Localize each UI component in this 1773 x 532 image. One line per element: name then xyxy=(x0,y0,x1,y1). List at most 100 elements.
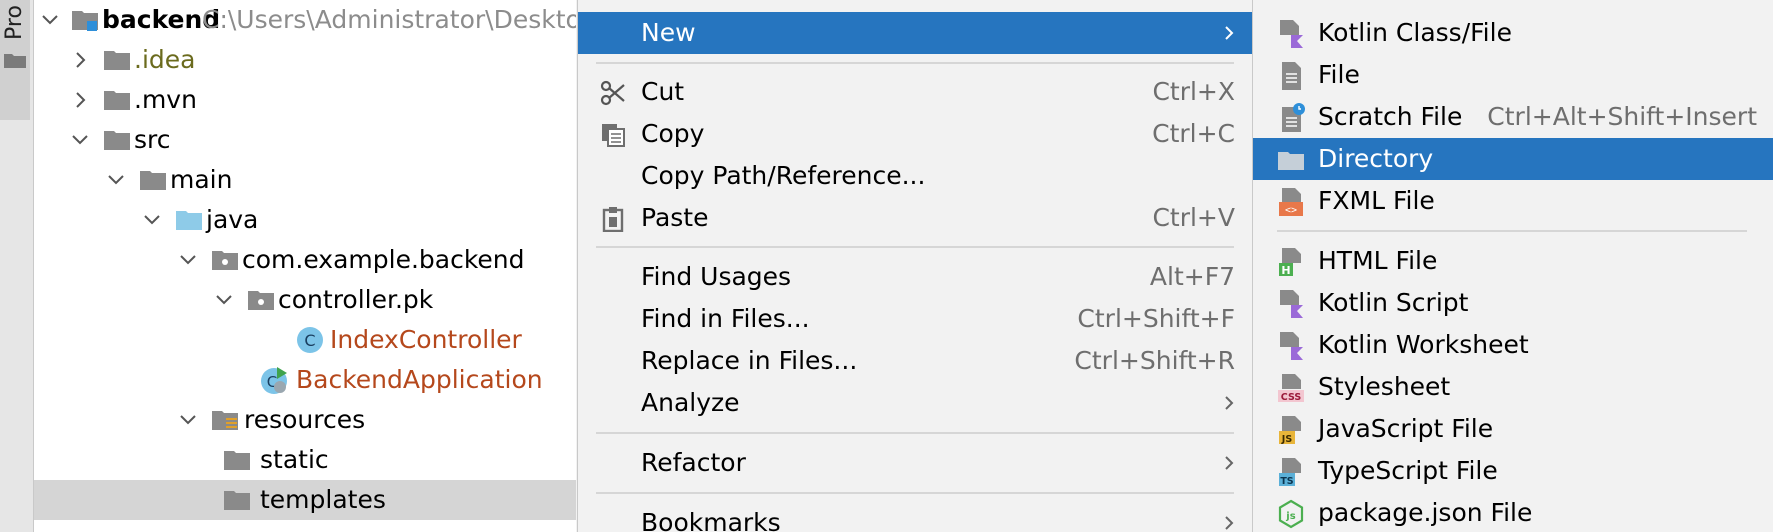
menu-item-label: Find in Files... xyxy=(641,304,810,333)
tree-node-resources[interactable]: resources xyxy=(34,400,576,440)
menu-item-cut[interactable]: Cut Ctrl+X xyxy=(578,71,1252,113)
menu-item-shortcut: Alt+F7 xyxy=(1149,262,1235,291)
resources-folder-icon xyxy=(212,411,238,430)
chevron-down-icon[interactable] xyxy=(176,240,200,280)
tree-node-backend[interactable]: backend C:\Users\Administrator\Desktop\ xyxy=(34,0,576,40)
tree-node-backendapplication[interactable]: C BackendApplication xyxy=(34,360,576,400)
submenu-item-label: Stylesheet xyxy=(1318,372,1451,401)
submenu-separator xyxy=(1277,230,1747,232)
svg-text:CSS: CSS xyxy=(1281,392,1302,403)
menu-item-label: Cut xyxy=(641,77,685,106)
html-file-icon: H xyxy=(1279,248,1301,277)
tree-node-mvn[interactable]: .mvn xyxy=(34,80,576,120)
chevron-right-icon[interactable] xyxy=(68,40,92,80)
menu-item-label: Analyze xyxy=(641,388,740,417)
class-icon: C xyxy=(297,327,323,353)
menu-item-paste[interactable]: Paste Ctrl+V xyxy=(578,197,1252,239)
tree-node-java[interactable]: java xyxy=(34,200,576,240)
submenu-item-package-json[interactable]: js package.json File xyxy=(1253,492,1773,532)
chevron-down-icon[interactable] xyxy=(212,280,236,320)
kotlin-file-icon xyxy=(1280,20,1303,48)
menu-item-copy[interactable]: Copy Ctrl+C xyxy=(578,113,1252,155)
submenu-item-shortcut: Ctrl+Alt+Shift+Insert xyxy=(1487,102,1757,131)
chevron-down-icon[interactable] xyxy=(104,160,128,200)
tree-node-static[interactable]: static xyxy=(34,440,576,480)
tree-node-indexcontroller[interactable]: C IndexController xyxy=(34,320,576,360)
menu-item-shortcut: Ctrl+X xyxy=(1152,77,1235,106)
tree-node-com-example-backend[interactable]: com.example.backend xyxy=(34,240,576,280)
menu-item-find-in-files[interactable]: Find in Files... Ctrl+Shift+F xyxy=(578,298,1252,340)
context-menu: New Cut Ctrl+X Copy Ctrl+C Copy Path/Ref… xyxy=(577,0,1252,532)
chevron-down-icon[interactable] xyxy=(176,400,200,440)
tree-node-idea[interactable]: .idea xyxy=(34,40,576,80)
chevron-down-icon[interactable] xyxy=(140,200,164,240)
module-folder-icon xyxy=(72,11,98,31)
submenu-item-html[interactable]: H HTML File xyxy=(1253,240,1773,282)
submenu-item-label: Kotlin Worksheet xyxy=(1318,330,1529,359)
tree-node-controller-pk[interactable]: controller.pk xyxy=(34,280,576,320)
submenu-item-fxml[interactable]: <> FXML File xyxy=(1253,180,1773,222)
menu-item-bookmarks[interactable]: Bookmarks xyxy=(578,502,1252,532)
package-icon xyxy=(212,251,238,270)
tree-node-label: .idea xyxy=(134,45,196,74)
scissors-icon xyxy=(600,80,625,106)
javascript-file-icon: JS xyxy=(1279,416,1301,445)
menu-separator xyxy=(596,246,1234,248)
submenu-item-label: Directory xyxy=(1318,144,1434,173)
menu-item-label: Find Usages xyxy=(641,262,792,291)
menu-item-find-usages[interactable]: Find Usages Alt+F7 xyxy=(578,256,1252,298)
submenu-item-stylesheet[interactable]: CSS Stylesheet xyxy=(1253,366,1773,408)
menu-item-label: Copy xyxy=(641,119,705,148)
menu-item-label: Bookmarks xyxy=(641,508,781,532)
chevron-down-icon[interactable] xyxy=(68,120,92,160)
menu-item-shortcut: Ctrl+Shift+R xyxy=(1074,346,1235,375)
menu-item-new[interactable]: New xyxy=(578,12,1252,54)
menu-separator xyxy=(596,62,1234,64)
css-file-icon: CSS xyxy=(1278,374,1304,403)
submenu-item-file[interactable]: File xyxy=(1253,54,1773,96)
tree-node-label: static xyxy=(260,445,329,474)
menu-item-analyze[interactable]: Analyze xyxy=(578,382,1252,424)
submenu-item-scratch-file[interactable]: Scratch File Ctrl+Alt+Shift+Insert xyxy=(1253,96,1773,138)
submenu-item-kotlin-script[interactable]: Kotlin Script xyxy=(1253,282,1773,324)
tree-node-label: .mvn xyxy=(134,85,197,114)
menu-item-copy-path[interactable]: Copy Path/Reference... xyxy=(578,155,1252,197)
source-folder-icon xyxy=(176,211,202,230)
submenu-item-label: Scratch File xyxy=(1318,102,1463,131)
submenu-item-label: TypeScript File xyxy=(1318,456,1498,485)
tree-node-label: resources xyxy=(244,405,366,434)
submenu-item-kotlin-worksheet[interactable]: Kotlin Worksheet xyxy=(1253,324,1773,366)
nodejs-icon: js xyxy=(1278,499,1304,529)
submenu-item-typescript[interactable]: TS TypeScript File xyxy=(1253,450,1773,492)
tree-node-label: com.example.backend xyxy=(242,245,525,274)
tree-node-main[interactable]: main xyxy=(34,160,576,200)
menu-item-replace-in-files[interactable]: Replace in Files... Ctrl+Shift+R xyxy=(578,340,1252,382)
tree-node-src[interactable]: src xyxy=(34,120,576,160)
tree-node-label: templates xyxy=(260,485,386,514)
svg-text:C: C xyxy=(304,331,315,350)
chevron-down-icon[interactable] xyxy=(38,0,62,40)
file-icon xyxy=(1282,62,1301,90)
package-icon xyxy=(248,291,274,310)
submenu-item-javascript[interactable]: JS JavaScript File xyxy=(1253,408,1773,450)
project-tool-tab[interactable]: Pro xyxy=(0,0,30,120)
paste-icon xyxy=(602,207,624,232)
chevron-right-icon xyxy=(1225,456,1234,470)
menu-item-shortcut: Ctrl+V xyxy=(1152,203,1235,232)
menu-item-label: Copy Path/Reference... xyxy=(641,161,926,190)
chevron-right-icon[interactable] xyxy=(68,80,92,120)
folder-icon xyxy=(140,171,166,190)
submenu-item-directory[interactable]: Directory xyxy=(1253,138,1773,180)
submenu-item-label: FXML File xyxy=(1318,186,1435,215)
submenu-item-label: JavaScript File xyxy=(1318,414,1494,443)
menu-item-shortcut: Ctrl+C xyxy=(1152,119,1235,148)
new-submenu: Kotlin Class/File File Scratch File Ctrl… xyxy=(1252,0,1773,532)
menu-item-refactor[interactable]: Refactor xyxy=(578,442,1252,484)
tree-node-label: main xyxy=(170,165,233,194)
submenu-item-label: Kotlin Class/File xyxy=(1318,18,1512,47)
folder-icon xyxy=(1278,152,1304,170)
tree-node-label: java xyxy=(206,205,259,234)
submenu-item-kotlin-class[interactable]: Kotlin Class/File xyxy=(1253,12,1773,54)
tree-node-templates[interactable]: templates xyxy=(34,480,576,520)
kotlin-worksheet-icon xyxy=(1280,332,1303,360)
